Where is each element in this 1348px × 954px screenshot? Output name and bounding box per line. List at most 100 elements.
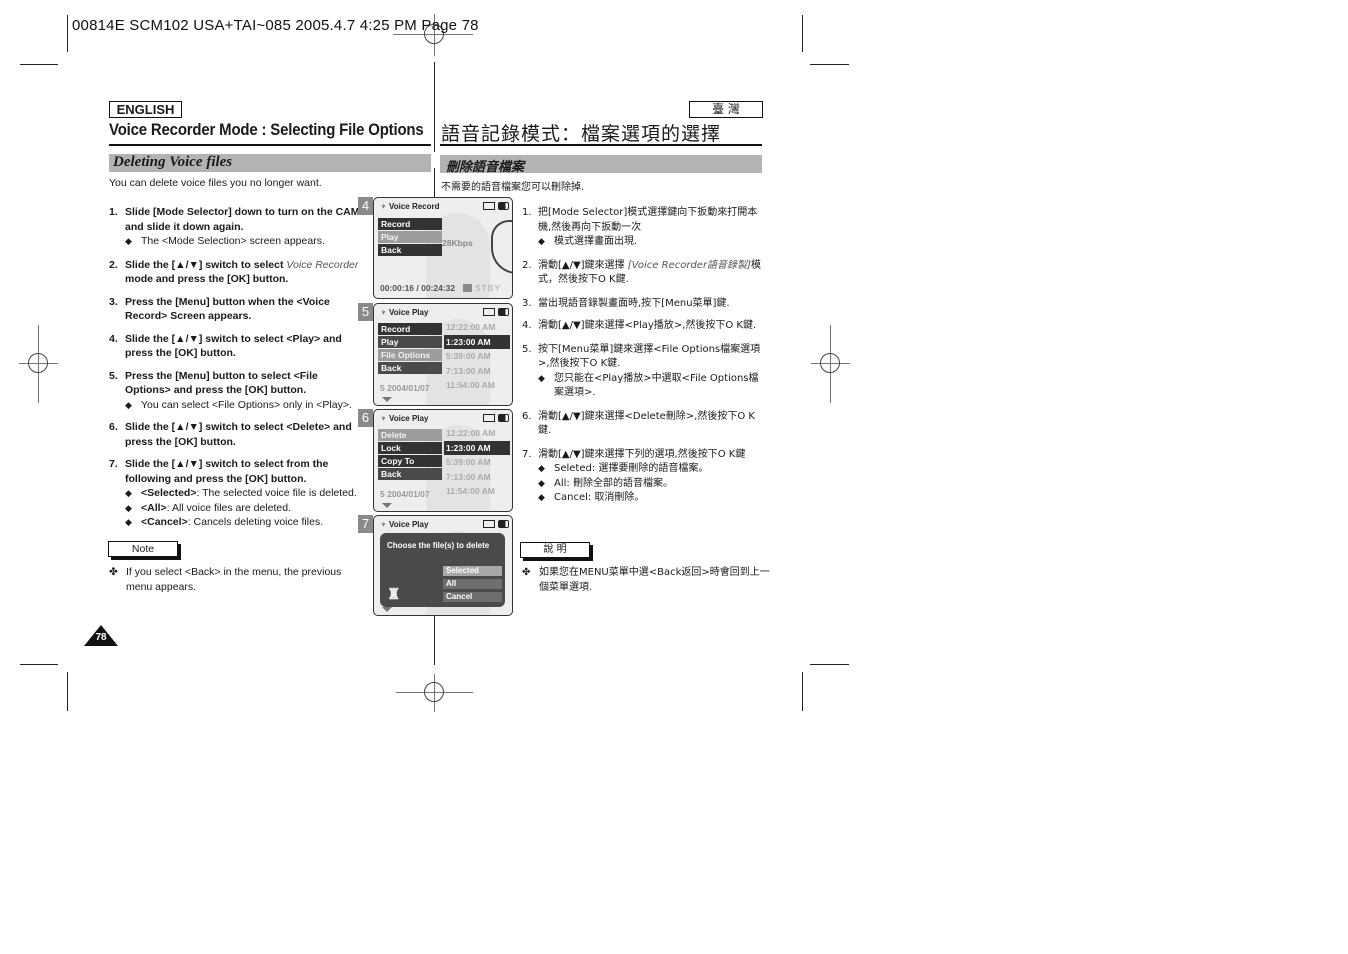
dialog-message: Choose the file(s) to delete	[387, 541, 490, 550]
italic-mode-name: Voice Recorder	[286, 258, 359, 271]
screen-title: Voice Play	[386, 520, 429, 529]
file-time-item[interactable]: 11:54:00 AM	[444, 378, 510, 393]
battery-icon	[498, 413, 509, 422]
trash-icon: ♜	[387, 586, 401, 603]
crop-mark	[810, 64, 849, 65]
section-heading-english: Deleting Voice files	[113, 154, 233, 170]
step-badge-7: 7	[358, 515, 373, 533]
memory-card-icon	[483, 413, 495, 422]
triangle-down-icon[interactable]	[382, 397, 392, 402]
memory-card-icon	[483, 201, 495, 210]
step-item: 6. 滑動[▲/▼]鍵來選擇<Delete刪除>,然後按下O K鍵.	[522, 410, 762, 439]
step-number: 3.	[522, 297, 532, 309]
crop-mark	[802, 672, 803, 711]
step-item: 4. 滑動[▲/▼]鍵來選擇<Play播放>,然後按下O K鍵.	[522, 319, 762, 334]
menu-item-file-options[interactable]: File Options	[378, 349, 442, 361]
file-time-item[interactable]: 5:39:00 AM	[444, 349, 510, 364]
status-icons	[480, 307, 509, 316]
microphone-icon: ♆	[380, 413, 387, 423]
fold-line	[434, 62, 435, 152]
diamond-bullet-icon: ◆	[538, 493, 545, 503]
menu-item-record[interactable]: Record	[378, 218, 442, 230]
menu-item-play[interactable]: Play	[378, 336, 442, 348]
step-number: 1.	[522, 207, 532, 218]
diamond-bullet-icon: ◆	[538, 478, 545, 489]
step-text: Slide [Mode Selector] down to turn on th…	[125, 206, 360, 233]
step-number: 4.	[522, 320, 532, 331]
triangle-down-icon[interactable]	[382, 503, 392, 508]
dialog-option-cancel[interactable]: Cancel	[443, 592, 502, 602]
note-label-chinese: 說 明	[520, 542, 590, 558]
recording-time: 00:00:16 / 00:24:32	[380, 283, 456, 293]
note-text-english: ✤ If you select <Back> in the menu, the …	[109, 566, 342, 593]
intro-text-english: You can delete voice files you no longer…	[109, 177, 322, 189]
battery-icon	[498, 201, 509, 210]
crop-mark	[802, 15, 803, 52]
status-icons	[480, 413, 509, 422]
file-time-item[interactable]: 5:39:00 AM	[444, 455, 510, 470]
screen-header: ♆ Voice Record	[380, 201, 440, 211]
step-subnote: ◆ All: 刪除全部的語音檔案。	[538, 477, 762, 492]
file-time-item[interactable]: 7:13:00 AM	[444, 364, 510, 379]
menu-item-back[interactable]: Back	[378, 244, 442, 256]
diamond-bullet-icon: ◆	[125, 502, 132, 513]
step-subnote: ◆ 您只能在<Play播放>中選取<File Options檔案選項>.	[538, 372, 759, 399]
crop-mark	[67, 672, 68, 711]
screen-title: Voice Play	[386, 308, 429, 317]
menu-item-play[interactable]: Play	[378, 231, 442, 243]
fold-line	[434, 168, 435, 198]
step-subnote: ◆ The <Mode Selection> screen appears.	[125, 235, 325, 247]
dialog-option-selected[interactable]: Selected	[443, 566, 502, 576]
file-time-item[interactable]: 7:13:00 AM	[444, 470, 510, 485]
memory-card-icon	[483, 307, 495, 316]
step-number: 5.	[109, 369, 118, 382]
delete-dialog: Choose the file(s) to delete Selected All C…	[380, 533, 505, 607]
diamond-bullet-icon: ◆	[125, 399, 132, 410]
menu-item-lock[interactable]: Lock	[378, 442, 442, 454]
step-subnote: ◆ 模式選擇畫面出現.	[538, 235, 762, 250]
device-screen-step-6: ♆ Voice Play 12:22:00 AM 1:23:00 AM 5:39:00…	[373, 409, 513, 512]
menu-item-back[interactable]: Back	[378, 362, 442, 374]
screen-menu: Delete Lock Copy To Back	[378, 429, 442, 481]
file-time-list: 12:22:00 AM 1:23:00 AM 5:39:00 AM 7:13:00 A…	[444, 426, 510, 499]
step-subnote: ◆ Cancel: 取消刪除。	[538, 491, 762, 506]
triangle-down-icon[interactable]	[382, 607, 392, 612]
file-time-item[interactable]: 1:23:00 AM	[444, 440, 510, 455]
step-subnote: ◆ Seleted: 選擇要刪除的語音檔案。	[538, 462, 762, 477]
step-item: 7. Slide the [▲/▼] switch to select from …	[109, 457, 361, 530]
section-heading-chinese: 刪除語音檔案	[446, 160, 525, 175]
battery-icon	[498, 307, 509, 316]
note-text-chinese: ✤ 如果您在MENU菜單中選<Back返回>時會回到上一個菜單選項.	[522, 567, 770, 593]
diamond-bullet-icon: ◆	[538, 237, 545, 247]
dialog-option-all[interactable]: All	[443, 579, 502, 589]
step-number: 1.	[109, 206, 118, 218]
diamond-bullet-icon: ◆	[125, 517, 132, 527]
microphone-icon: ♆	[380, 307, 387, 317]
file-time-item[interactable]: 11:54:00 AM	[444, 484, 510, 499]
title-rule	[109, 144, 431, 146]
menu-item-copy-to[interactable]: Copy To	[378, 455, 442, 467]
menu-item-delete[interactable]: Delete	[378, 429, 442, 441]
device-screen-step-7: ♆ Voice Play Choose the file(s) to delete…	[373, 515, 513, 616]
step-badge-4: 4	[358, 197, 373, 215]
step-number: 5.	[522, 343, 532, 355]
step-number: 4.	[109, 332, 118, 345]
step-item: 5. Press the [Menu] button to select <Fil…	[109, 369, 361, 413]
menu-item-record[interactable]: Record	[378, 323, 442, 335]
file-time-item[interactable]: 12:22:00 AM	[444, 320, 510, 335]
step-item: 2. Slide the [▲/▼] switch to select Voice…	[109, 258, 361, 287]
four-leaf-bullet-icon: ✤	[522, 567, 531, 578]
step-badge-5: 5	[358, 303, 373, 321]
file-time-item[interactable]: 12:22:00 AM	[444, 426, 510, 441]
print-slug-line: 00814E SCM102 USA+TAI~085 2005.4.7 4:25 …	[72, 17, 479, 34]
file-time-item[interactable]: 1:23:00 AM	[444, 334, 510, 349]
step-text: 當出現語音錄製畫面時,按下[Menu菜單]鍵.	[538, 297, 730, 309]
menu-item-back[interactable]: Back	[378, 468, 442, 480]
face-outline-icon	[491, 220, 512, 274]
step-number: 7.	[109, 458, 118, 470]
step-item: 5. 按下[Menu菜單]鍵來選擇<File Options檔案選項>,然後按下O…	[522, 343, 762, 401]
step-item: 3. Press the [Menu] button when the <Voic…	[109, 295, 361, 324]
microphone-icon: ♆	[380, 201, 387, 211]
italic-mode-name: [Voice Recorder語音錄製]	[627, 259, 751, 271]
step-number: 2.	[522, 259, 532, 271]
